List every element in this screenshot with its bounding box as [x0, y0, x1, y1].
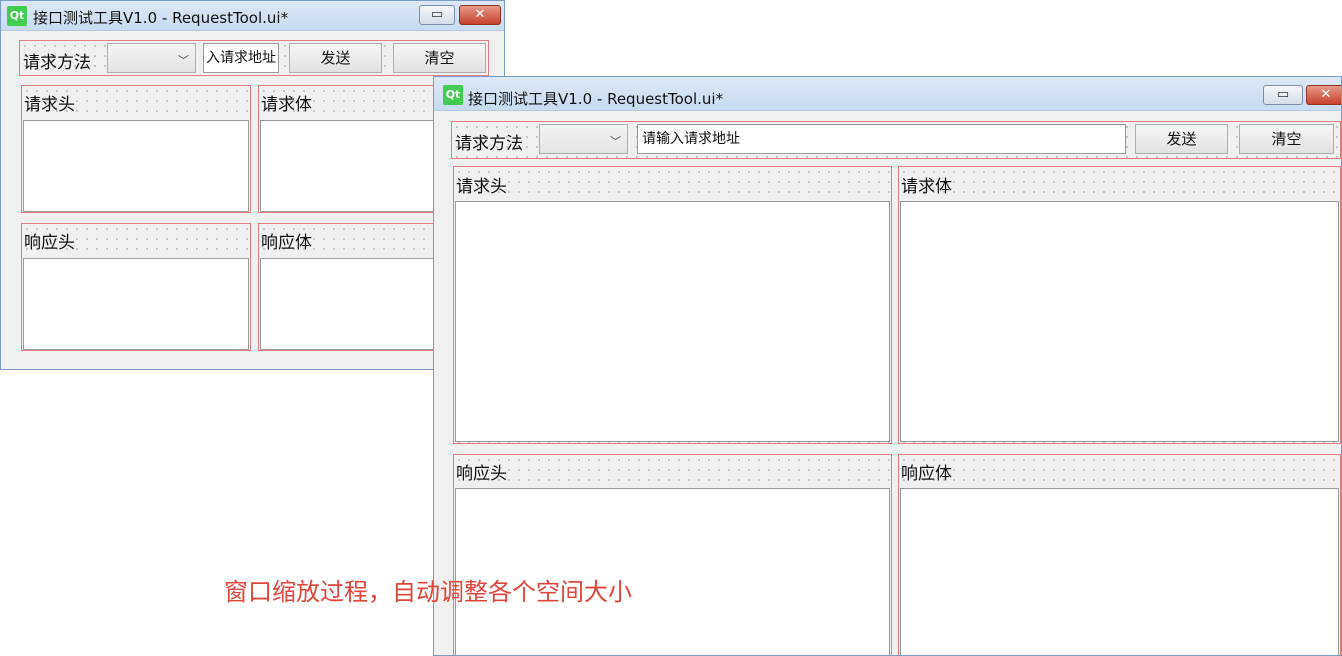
large-titlebar: Qt 接口测试工具V1.0 - RequestTool.ui* ▭ ✕ [434, 77, 1341, 111]
response-header-textarea[interactable] [23, 258, 249, 350]
close-button[interactable]: ✕ [1306, 85, 1341, 105]
minimize-button[interactable]: ▭ [419, 5, 455, 25]
small-window: Qt 接口测试工具V1.0 - RequestTool.ui* ▭ ✕ 请求方法… [0, 0, 505, 370]
response-body-title: 响应体 [261, 233, 312, 253]
send-button[interactable]: 发送 [289, 43, 382, 73]
minimize-icon: ▭ [1276, 87, 1290, 102]
url-input[interactable]: 入请求地址 [203, 43, 279, 73]
response-header-title: 响应头 [24, 233, 75, 253]
response-header-group: 响应头 [21, 223, 251, 351]
clear-button[interactable]: 清空 [393, 43, 486, 73]
response-body-title: 响应体 [901, 464, 952, 484]
qt-logo-icon: Qt [7, 6, 27, 26]
request-header-textarea[interactable] [23, 120, 249, 212]
url-input[interactable]: 请输入请求地址 [637, 124, 1126, 154]
response-header-title: 响应头 [456, 464, 507, 484]
small-titlebar: Qt 接口测试工具V1.0 - RequestTool.ui* ▭ ✕ [1, 1, 504, 31]
request-body-group: 请求体 [898, 166, 1341, 444]
request-header-title: 请求头 [24, 95, 75, 115]
method-select[interactable]: ﹀ [107, 43, 196, 73]
request-header-group: 请求头 [21, 85, 251, 213]
send-button[interactable]: 发送 [1135, 124, 1228, 154]
request-body-textarea[interactable] [900, 201, 1339, 442]
window-title: 接口测试工具V1.0 - RequestTool.ui* [468, 90, 724, 108]
response-header-group: 响应头 [453, 454, 892, 655]
annotation-text: 窗口缩放过程，自动调整各个空间大小 [224, 578, 632, 606]
request-header-title: 请求头 [456, 177, 507, 197]
request-header-group: 请求头 [453, 166, 892, 444]
method-label: 请求方法 [455, 134, 523, 154]
minimize-icon: ▭ [430, 7, 444, 22]
response-body-textarea[interactable] [900, 488, 1339, 655]
window-title: 接口测试工具V1.0 - RequestTool.ui* [33, 9, 289, 27]
request-header-textarea[interactable] [455, 201, 890, 442]
method-label: 请求方法 [23, 53, 91, 73]
request-body-title: 请求体 [261, 95, 312, 115]
qt-logo-icon: Qt [443, 85, 463, 105]
request-body-title: 请求体 [901, 177, 952, 197]
close-icon: ✕ [474, 7, 486, 22]
method-select[interactable]: ﹀ [539, 124, 628, 154]
minimize-button[interactable]: ▭ [1263, 85, 1303, 105]
chevron-down-icon: ﹀ [178, 54, 189, 67]
close-button[interactable]: ✕ [459, 5, 501, 25]
clear-button[interactable]: 清空 [1239, 124, 1334, 154]
response-body-group: 响应体 [898, 454, 1341, 655]
chevron-down-icon: ﹀ [610, 135, 621, 148]
large-window: Qt 接口测试工具V1.0 - RequestTool.ui* ▭ ✕ 请求方法… [433, 76, 1342, 656]
close-icon: ✕ [1320, 87, 1332, 102]
